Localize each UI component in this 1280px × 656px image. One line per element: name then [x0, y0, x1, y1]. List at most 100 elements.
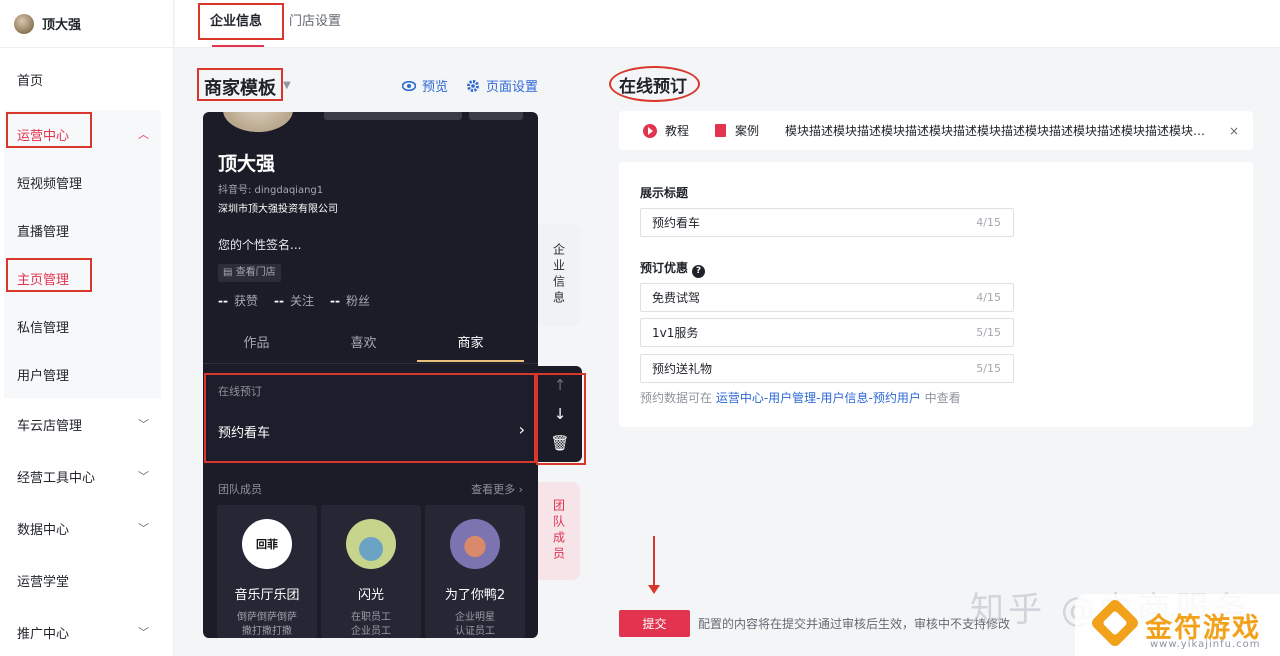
- booking-item: 预约看车: [218, 426, 271, 441]
- sidebar-item-messages[interactable]: 私信管理: [4, 302, 161, 350]
- team-more-link[interactable]: 查看更多 ›: [471, 481, 523, 497]
- display-title-input[interactable]: 预约看车 4/15: [640, 208, 1014, 237]
- douyin-id: 抖音号: dingdaqiang1: [218, 185, 324, 196]
- booking-form: 展示标题 预约看车 4/15 预订优惠? 免费试驾 4/15 1v1服务 5/1…: [619, 162, 1253, 427]
- cover-avatar: [223, 112, 293, 132]
- header-placeholder: [469, 112, 523, 120]
- member-card[interactable]: 回菲 音乐厅乐团 倒萨倒萨倒萨 撒打撒打撒: [217, 505, 317, 638]
- panel-title: 在线预订: [619, 77, 687, 97]
- offer-input-1[interactable]: 免费试驾 4/15: [640, 283, 1014, 312]
- booking-module[interactable]: 在线预订 预约看车 ›: [208, 374, 535, 462]
- document-icon: [715, 124, 727, 137]
- member-card[interactable]: 为了你鸭2 企业明星 认证员工: [425, 505, 525, 638]
- avatar: [14, 13, 34, 34]
- tab-company-info[interactable]: 企业信息: [210, 0, 266, 47]
- stat-likes: -- 获赞: [218, 294, 258, 308]
- profile-signature: 您的个性签名...: [218, 238, 302, 252]
- member-avatar: [346, 519, 396, 569]
- user-name: 顶大强: [42, 18, 82, 33]
- sidebar-item-homepage[interactable]: 主页管理: [4, 254, 161, 302]
- sidebar-item-academy[interactable]: 运营学堂: [0, 554, 173, 606]
- phone-preview: 顶大强 抖音号: dingdaqiang1 深圳市顶大强投资有限公司 您的个性签…: [203, 112, 538, 638]
- sidebar-group-operations: 运营中心 ︿ 短视频管理 直播管理 主页管理 私信管理 用户管理: [4, 110, 161, 398]
- chevron-right-icon: ›: [518, 420, 525, 439]
- arrow-up-icon[interactable]: ↑: [554, 377, 567, 393]
- member-desc: 企业明星 认证员工: [455, 612, 495, 637]
- display-title-label: 展示标题: [640, 186, 689, 200]
- team-label: 团队成员: [218, 483, 262, 496]
- sidebar-item-promotion[interactable]: 推广中心 ﹀: [0, 606, 173, 656]
- close-icon[interactable]: ×: [1229, 124, 1239, 138]
- page-settings-button[interactable]: 页面设置: [466, 76, 538, 95]
- hint-link[interactable]: 运营中心-用户管理-用户信息-预约用户: [716, 391, 921, 405]
- stat-following: -- 关注: [273, 294, 314, 308]
- eye-icon: [402, 80, 416, 91]
- char-counter: 4/15: [976, 291, 1001, 304]
- char-counter: 4/15: [976, 216, 1001, 229]
- member-name: 为了你鸭2: [444, 588, 506, 603]
- play-icon: [643, 123, 657, 138]
- sidebar-item-operations[interactable]: 运营中心 ︿: [4, 110, 161, 158]
- sidebar: 顶大强 首页 运营中心 ︿ 短视频管理 直播管理 主页管理 私信管理 用户管理 …: [0, 0, 174, 656]
- top-tabs: 企业信息 门店设置: [175, 0, 1280, 48]
- module-notice: 教程 案例 模块描述模块描述模块描述模块描述模块描述模块描述模块描述模块描述模块…: [619, 111, 1253, 150]
- company-name: 深圳市顶大强投资有限公司: [218, 204, 338, 215]
- member-desc: 倒萨倒萨倒萨 撒打撒打撒: [237, 612, 297, 637]
- member-logo: 回菲: [242, 519, 292, 569]
- user-profile[interactable]: 顶大强: [0, 0, 173, 48]
- submit-button[interactable]: 提交: [619, 610, 690, 637]
- chevron-down-icon: ﹀: [138, 626, 149, 639]
- side-tab-team[interactable]: 团队成员: [538, 482, 580, 580]
- sidebar-nav: 首页 运营中心 ︿ 短视频管理 直播管理 主页管理 私信管理 用户管理 车云店管…: [0, 48, 173, 656]
- arrow-down-icon[interactable]: ↓: [554, 406, 567, 422]
- chevron-down-icon: ﹀: [138, 522, 149, 535]
- member-name: 闪光: [357, 588, 384, 603]
- preview-button[interactable]: 预览: [402, 76, 448, 95]
- profile-tabs: 作品 喜欢 商家: [203, 330, 538, 362]
- module-actions: ↑ ↓ 🗑: [538, 366, 582, 462]
- annotation-arrow: [648, 536, 660, 594]
- chevron-up-icon: ︿: [138, 128, 149, 141]
- view-store-badge[interactable]: ▤ 查看门店: [218, 264, 281, 282]
- gear-icon: [467, 79, 479, 92]
- trash-icon[interactable]: 🗑: [550, 435, 569, 451]
- booking-module-label: 在线预订: [218, 385, 262, 398]
- sidebar-item-short-video[interactable]: 短视频管理: [4, 158, 161, 206]
- store-icon: ▤: [223, 267, 236, 278]
- template-title[interactable]: 商家模板: [204, 74, 276, 100]
- caret-down-icon[interactable]: ▼: [283, 80, 291, 91]
- profile-name: 顶大强: [218, 153, 276, 175]
- member-desc: 在职员工 企业员工: [351, 612, 391, 637]
- help-icon[interactable]: ?: [692, 264, 706, 278]
- sidebar-item-users[interactable]: 用户管理: [4, 350, 161, 398]
- char-counter: 5/15: [976, 326, 1001, 339]
- module-description: 模块描述模块描述模块描述模块描述模块描述模块描述模块描述模块描述模块描述: [785, 124, 1216, 138]
- chevron-down-icon: ﹀: [138, 470, 149, 483]
- offer-input-3[interactable]: 预约送礼物 5/15: [640, 354, 1014, 383]
- divider: [203, 363, 538, 364]
- sidebar-item-live[interactable]: 直播管理: [4, 206, 161, 254]
- sidebar-item-car-store[interactable]: 车云店管理 ﹀: [0, 398, 173, 450]
- side-tab-company-info[interactable]: 企业信息: [538, 224, 580, 326]
- brand-url: www.yikajinfu.com: [1150, 639, 1261, 650]
- submit-note: 配置的内容将在提交并通过审核后生效，审核中不支持修改: [698, 617, 1011, 631]
- member-name: 音乐厅乐团: [234, 588, 300, 603]
- member-avatar: [450, 519, 500, 569]
- tab-works[interactable]: 作品: [203, 330, 310, 362]
- header-placeholder: [324, 112, 462, 120]
- offer-input-2[interactable]: 1v1服务 5/15: [640, 318, 1014, 347]
- tab-likes[interactable]: 喜欢: [310, 330, 417, 362]
- chevron-down-icon: ﹀: [138, 418, 149, 431]
- data-hint: 预约数据可在 运营中心-用户管理-用户信息-预约用户 中查看: [640, 391, 961, 405]
- case-link[interactable]: 案例: [735, 122, 759, 139]
- tab-store-settings[interactable]: 门店设置: [289, 0, 349, 47]
- sidebar-item-data[interactable]: 数据中心 ﹀: [0, 502, 173, 554]
- stat-fans: -- 粉丝: [329, 294, 370, 308]
- member-card[interactable]: 闪光 在职员工 企业员工: [321, 505, 421, 638]
- char-counter: 5/15: [976, 362, 1001, 375]
- sidebar-item-tools[interactable]: 经营工具中心 ﹀: [0, 450, 173, 502]
- sidebar-item-home[interactable]: 首页: [0, 48, 173, 110]
- tab-merchant[interactable]: 商家: [417, 330, 524, 362]
- profile-stats: -- 获赞 -- 关注 -- 粉丝: [218, 292, 370, 309]
- tutorial-link[interactable]: 教程: [665, 122, 689, 139]
